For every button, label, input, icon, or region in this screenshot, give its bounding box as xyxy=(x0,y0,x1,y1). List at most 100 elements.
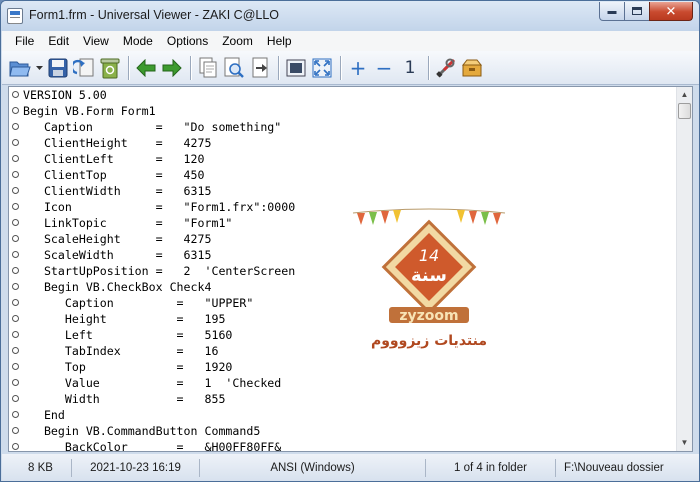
export-icon xyxy=(252,57,268,77)
copy-icon xyxy=(199,57,217,77)
line-marker-icon xyxy=(12,123,19,130)
tools-button[interactable] xyxy=(434,56,458,80)
maximize-button[interactable] xyxy=(624,2,650,21)
toolbar-separator xyxy=(340,55,341,80)
copy-button[interactable] xyxy=(196,56,220,80)
maximize-icon xyxy=(632,7,642,15)
line-marker-icon xyxy=(12,219,19,226)
line-marker-icon xyxy=(12,443,19,450)
chevron-down-icon xyxy=(35,65,43,70)
title-bar[interactable]: Form1.frm - Universal Viewer - ZAKI C@LL… xyxy=(1,1,699,31)
line-marker-icon xyxy=(12,331,19,338)
menu-edit[interactable]: Edit xyxy=(41,31,76,51)
menu-help[interactable]: Help xyxy=(260,31,299,51)
toolbar-separator xyxy=(278,55,279,80)
code-line: StartUpPosition = 2 'CenterScreen xyxy=(23,264,296,278)
code-line: ClientWidth = 6315 xyxy=(23,184,212,198)
menu-options[interactable]: Options xyxy=(160,31,215,51)
menu-file[interactable]: File xyxy=(8,31,41,51)
open-button[interactable] xyxy=(8,56,32,80)
print-preview-button[interactable] xyxy=(222,56,246,80)
status-encoding: ANSI (Windows) xyxy=(200,459,426,477)
vertical-scrollbar[interactable]: ▲ ▼ xyxy=(676,87,692,451)
scroll-thumb[interactable] xyxy=(678,103,691,119)
window-title: Form1.frm - Universal Viewer - ZAKI C@LL… xyxy=(29,8,280,22)
line-marker-icon xyxy=(12,155,19,162)
open-dropdown[interactable] xyxy=(34,56,44,80)
line-marker-icon xyxy=(12,363,19,370)
code-line: Begin VB.CheckBox Check4 xyxy=(23,280,212,294)
zoom-in-button[interactable]: + xyxy=(346,56,370,80)
zoom-actual-icon: 1 xyxy=(404,57,416,78)
code-line: VERSION 5.00 xyxy=(23,88,107,102)
zoom-out-button[interactable]: − xyxy=(372,56,396,80)
fit-window-button[interactable] xyxy=(284,56,308,80)
fit-window-icon xyxy=(286,59,306,76)
line-marker-icon xyxy=(12,299,19,306)
line-marker-icon xyxy=(12,395,19,402)
recycle-bin-icon xyxy=(100,58,120,78)
code-line: End xyxy=(23,408,65,422)
line-marker-icon xyxy=(12,283,19,290)
line-marker-icon xyxy=(12,427,19,434)
plugins-button[interactable] xyxy=(460,56,484,80)
next-file-button[interactable] xyxy=(160,56,184,80)
status-folder-position: 1 of 4 in folder xyxy=(426,459,556,477)
line-marker-icon xyxy=(12,203,19,210)
window-controls: ✕ xyxy=(599,2,693,21)
code-line: Height = 195 xyxy=(23,312,226,326)
line-marker-icon xyxy=(12,347,19,354)
code-line: ScaleHeight = 4275 xyxy=(23,232,212,246)
scroll-up-icon[interactable]: ▲ xyxy=(677,87,692,103)
line-marker-icon xyxy=(12,107,19,114)
minimize-button[interactable] xyxy=(599,2,625,21)
close-icon: ✕ xyxy=(665,3,677,19)
close-button[interactable]: ✕ xyxy=(649,2,693,21)
document-view[interactable]: VERSION 5.00 Begin VB.Form Form1 Caption … xyxy=(8,86,693,452)
code-line: Icon = "Form1.frx":0000 xyxy=(23,200,296,214)
line-marker-icon xyxy=(12,91,19,98)
toolbar-separator xyxy=(428,55,429,80)
menu-mode[interactable]: Mode xyxy=(116,31,160,51)
reload-icon xyxy=(73,58,94,76)
code-line: Begin VB.CommandButton Command5 xyxy=(23,424,261,438)
zoom-actual-button[interactable]: 1 xyxy=(398,56,422,80)
recycle-bin-button[interactable] xyxy=(98,56,122,80)
status-path: F:\Nouveau dossier xyxy=(564,462,664,474)
previous-file-button[interactable] xyxy=(134,56,158,80)
code-line: Width = 855 xyxy=(23,392,226,406)
line-marker-icon xyxy=(12,267,19,274)
app-icon[interactable] xyxy=(7,8,23,24)
code-line: Value = 1 'Checked xyxy=(23,376,282,390)
toolbar-separator xyxy=(190,55,191,80)
code-text[interactable]: VERSION 5.00 Begin VB.Form Form1 Caption … xyxy=(23,87,678,451)
toolbar: + − 1 xyxy=(2,51,699,85)
menu-zoom[interactable]: Zoom xyxy=(215,31,260,51)
status-file-size: 8 KB xyxy=(10,459,72,477)
line-marker-icon xyxy=(12,139,19,146)
open-icon xyxy=(9,61,31,76)
code-line: ClientHeight = 4275 xyxy=(23,136,212,150)
line-marker-icon xyxy=(12,187,19,194)
line-marker-icon xyxy=(12,171,19,178)
code-line: ScaleWidth = 6315 xyxy=(23,248,212,262)
code-line: ClientLeft = 120 xyxy=(23,152,205,166)
toolbar-separator xyxy=(128,55,129,80)
save-button[interactable] xyxy=(46,56,70,80)
export-button[interactable] xyxy=(248,56,272,80)
code-line: Caption = "Do something" xyxy=(23,120,282,134)
code-line: Begin VB.Form Form1 xyxy=(23,104,156,118)
menu-bar: File Edit View Mode Options Zoom Help xyxy=(2,31,699,51)
scroll-down-icon[interactable]: ▼ xyxy=(677,435,692,451)
back-arrow-icon xyxy=(136,58,156,77)
status-bar: 8 KB 2021-10-23 16:19 ANSI (Windows) 1 o… xyxy=(2,454,699,481)
app-window: Form1.frm - Universal Viewer - ZAKI C@LL… xyxy=(0,0,700,482)
line-marker-icon xyxy=(12,315,19,322)
fullscreen-button[interactable] xyxy=(310,56,334,80)
menu-view[interactable]: View xyxy=(76,31,116,51)
code-line: LinkTopic = "Form1" xyxy=(23,216,233,230)
reload-button[interactable] xyxy=(72,56,96,80)
code-line: Top = 1920 xyxy=(23,360,233,374)
status-datetime: 2021-10-23 16:19 xyxy=(72,459,200,477)
print-preview-icon xyxy=(224,57,244,78)
